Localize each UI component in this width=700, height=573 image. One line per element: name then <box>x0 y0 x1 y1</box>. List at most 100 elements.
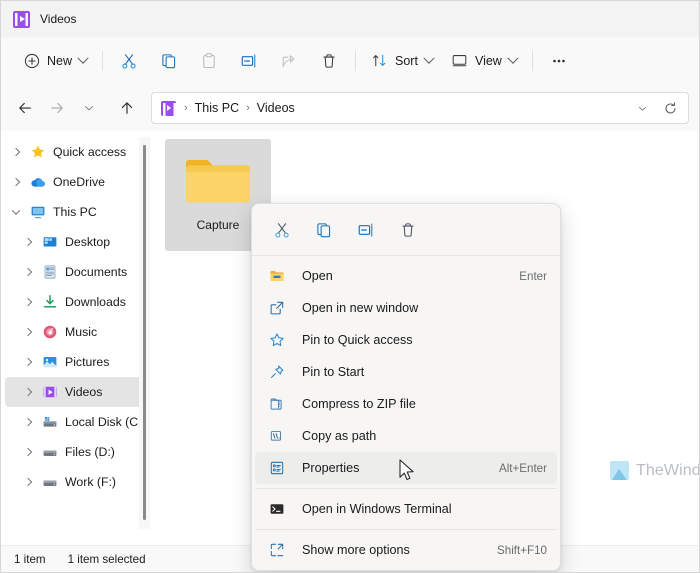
sort-icon <box>373 54 386 67</box>
sidebar-item-music[interactable]: Music <box>5 317 149 347</box>
chevron-right-icon[interactable] <box>17 417 39 427</box>
sidebar-item-this-pc[interactable]: This PC <box>5 197 149 227</box>
chevron-down-icon[interactable] <box>5 206 27 215</box>
folder-item-name: Capture <box>196 218 240 232</box>
desktop-icon <box>43 237 57 247</box>
context-menu-item-show-more-options[interactable]: Show more options Shift+F10 <box>255 534 557 566</box>
cut-button[interactable] <box>109 45 149 77</box>
recent-locations-button[interactable] <box>73 92 105 124</box>
breadcrumb-separator: › <box>246 102 250 114</box>
new-window-icon <box>270 301 284 315</box>
chevron-right-icon[interactable] <box>17 477 39 487</box>
context-rename-button[interactable] <box>350 214 382 246</box>
sidebar-item-pictures[interactable]: Pictures <box>5 347 149 377</box>
sidebar-item-label: Desktop <box>65 235 111 249</box>
copy-icon <box>162 53 176 68</box>
sidebar-item-quick-access[interactable]: Quick access <box>5 137 149 167</box>
delete-icon <box>323 53 335 68</box>
context-menu-item-label: Show more options <box>302 543 410 557</box>
context-menu-item-label: Compress to ZIP file <box>302 397 416 411</box>
sidebar-item-videos[interactable]: Videos <box>5 377 149 407</box>
context-copy-button[interactable] <box>308 214 340 246</box>
context-menu-item-icon <box>266 542 288 558</box>
sidebar-item-downloads[interactable]: Downloads <box>5 287 149 317</box>
sidebar-item-files-d[interactable]: Files (D:) <box>5 437 149 467</box>
context-menu-item-label: Open <box>302 269 333 283</box>
chevron-down-icon <box>77 52 89 64</box>
chevron-right-icon[interactable] <box>17 297 39 307</box>
up-button[interactable] <box>111 92 143 124</box>
breadcrumb-videos[interactable]: Videos <box>252 98 300 118</box>
mountain-icon <box>610 461 629 480</box>
context-menu-item-compress-to-zip-file[interactable]: Compress to ZIP file <box>255 388 557 420</box>
rename-icon <box>241 53 256 68</box>
pin-icon <box>270 365 284 379</box>
refresh-button[interactable] <box>656 95 684 121</box>
context-menu-item-pin-to-quick-access[interactable]: Pin to Quick access <box>255 324 557 356</box>
context-menu-item-properties[interactable]: Properties Alt+Enter <box>255 452 557 484</box>
more-options-button[interactable] <box>539 45 579 77</box>
back-button[interactable] <box>9 92 41 124</box>
sort-button[interactable]: Sort <box>362 45 442 77</box>
chevron-right-icon[interactable] <box>17 267 39 277</box>
sidebar-item-icon <box>39 324 61 340</box>
context-menu-divider <box>255 488 557 489</box>
context-menu-item-label: Open in new window <box>302 301 419 315</box>
copy-button[interactable] <box>149 45 189 77</box>
toolbar-divider <box>531 50 533 71</box>
window-title: Videos <box>40 12 77 26</box>
command-bar: New Sort View <box>1 37 699 85</box>
context-menu-item-copy-as-path[interactable]: Copy as path <box>255 420 557 452</box>
cloud-icon <box>31 178 45 187</box>
chevron-right-icon[interactable] <box>17 357 39 367</box>
address-bar[interactable]: › This PC › Videos <box>151 92 689 124</box>
delete-button[interactable] <box>309 45 349 77</box>
sidebar-item-local-disk-c[interactable]: Local Disk (C:) <box>5 407 149 437</box>
chevron-right-icon[interactable] <box>5 177 27 187</box>
new-button[interactable]: New <box>15 45 96 77</box>
context-menu-item-label: Pin to Quick access <box>302 333 413 347</box>
context-menu-item-label: Pin to Start <box>302 365 365 379</box>
new-button-label: New <box>47 53 73 68</box>
rename-button[interactable] <box>229 45 269 77</box>
sidebar-item-work-f[interactable]: Work (F:) <box>5 467 149 497</box>
chevron-right-icon[interactable] <box>17 237 39 247</box>
sidebar-item-label: Music <box>65 325 98 339</box>
context-menu-item-label: Copy as path <box>302 429 377 443</box>
context-menu-item-shortcut: Enter <box>519 269 547 283</box>
context-menu-item-open-in-windows-terminal[interactable]: Open in Windows Terminal <box>255 493 557 525</box>
context-cut-button[interactable] <box>266 214 298 246</box>
context-menu-item-shortcut: Shift+F10 <box>497 543 547 557</box>
sidebar-scrollbar-thumb[interactable] <box>143 145 146 520</box>
folder-icon <box>186 160 250 203</box>
context-menu-item-pin-to-start[interactable]: Pin to Start <box>255 356 557 388</box>
rename-icon <box>358 222 373 237</box>
context-menu[interactable]: Open Enter Open in new window Pin to Quick … <box>251 203 561 571</box>
documents-icon <box>44 265 56 279</box>
sidebar-item-desktop[interactable]: Desktop <box>5 227 149 257</box>
zip-icon <box>270 398 282 410</box>
copy-path-icon <box>270 431 282 441</box>
context-menu-item-icon <box>266 501 288 517</box>
chevron-right-icon[interactable] <box>17 447 39 457</box>
context-menu-item-open-in-new-window[interactable]: Open in new window <box>255 292 557 324</box>
breadcrumb-separator: › <box>184 102 188 114</box>
breadcrumb-this-pc[interactable]: This PC <box>190 98 244 118</box>
sidebar-item-icon <box>39 264 61 280</box>
chevron-right-icon[interactable] <box>17 387 39 397</box>
sidebar-item-icon <box>39 414 61 430</box>
address-dropdown-button[interactable] <box>628 95 656 121</box>
chevron-right-icon[interactable] <box>17 327 39 337</box>
view-button[interactable]: View <box>442 45 526 77</box>
context-menu-item-label: Properties <box>302 461 360 475</box>
delete-icon <box>402 222 414 237</box>
address-bar-row: › This PC › Videos <box>1 85 699 131</box>
status-item-count: 1 item <box>14 552 46 566</box>
navigation-pane[interactable]: Quick access OneDrive This PC Desktop Docume… <box>1 131 153 545</box>
videos-folder-icon <box>13 10 30 28</box>
context-delete-button[interactable] <box>392 214 424 246</box>
sidebar-item-documents[interactable]: Documents <box>5 257 149 287</box>
sidebar-item-onedrive[interactable]: OneDrive <box>5 167 149 197</box>
chevron-right-icon[interactable] <box>5 147 27 157</box>
context-menu-item-open[interactable]: Open Enter <box>255 260 557 292</box>
